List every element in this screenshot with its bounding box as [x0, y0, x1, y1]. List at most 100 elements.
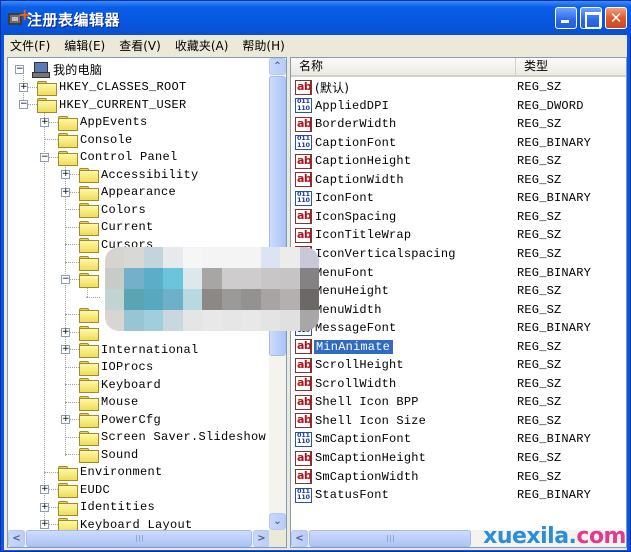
- value-type: REG_SZ: [517, 284, 562, 299]
- registry-value-row[interactable]: Shell Icon Size REG_SZ: [291, 412, 626, 430]
- tree-node-label: Mouse: [101, 395, 139, 409]
- registry-value-row[interactable]: StatusFont REG_BINARY: [291, 486, 626, 504]
- expand-icon[interactable]: +: [61, 187, 70, 197]
- close-button[interactable]: ✕: [605, 7, 627, 29]
- tree-node-obscured[interactable]: [79, 324, 101, 341]
- tree-node-appearance[interactable]: Appearance: [79, 184, 176, 201]
- menu-edit[interactable]: 编辑(E): [64, 37, 105, 54]
- mosaic-cell: [143, 247, 164, 268]
- mosaic-cell: [221, 289, 242, 310]
- menu-view[interactable]: 查看(V): [119, 37, 161, 54]
- string-value-icon: [295, 394, 312, 410]
- title-bar[interactable]: + 注册表编辑器 ✕: [1, 1, 631, 35]
- tree-horizontal-scrollbar[interactable]: < >: [8, 530, 270, 547]
- value-type: REG_BINARY: [517, 432, 592, 447]
- menu-bar: 文件(F) 编辑(E) 查看(V) 收藏夹(A) 帮助(H): [4, 35, 627, 55]
- expand-icon[interactable]: +: [61, 415, 70, 424]
- collapse-icon[interactable]: −: [19, 100, 28, 109]
- expand-icon[interactable]: +: [61, 327, 70, 337]
- value-type: REG_SZ: [517, 172, 562, 187]
- expand-icon[interactable]: +: [40, 117, 49, 127]
- registry-value-row[interactable]: ScrollHeight REG_SZ: [291, 356, 626, 374]
- registry-value-row[interactable]: ScrollWidth REG_SZ: [291, 375, 626, 393]
- menu-file[interactable]: 文件(F): [10, 37, 50, 54]
- tree-node-powercfg[interactable]: PowerCfg: [79, 411, 161, 428]
- folder-icon: [37, 80, 57, 96]
- expand-icon[interactable]: +: [40, 520, 49, 529]
- minimize-button[interactable]: [555, 7, 577, 29]
- collapse-icon[interactable]: −: [15, 65, 24, 74]
- registry-value-row[interactable]: (默认) REG_SZ: [291, 78, 626, 96]
- collapse-icon[interactable]: −: [61, 275, 70, 284]
- tree-node-eudc[interactable]: EUDC: [58, 481, 110, 498]
- tree-node-environment[interactable]: Environment: [58, 464, 163, 481]
- tree-node-ioprocs[interactable]: IOProcs: [79, 359, 154, 376]
- tree-node-obscured[interactable]: [79, 306, 101, 323]
- tree-node-current[interactable]: Current: [79, 219, 154, 236]
- registry-value-row[interactable]: CaptionFont REG_BINARY: [291, 134, 626, 152]
- registry-value-row[interactable]: BorderWidth REG_SZ: [291, 115, 626, 133]
- registry-value-row[interactable]: MessageFont REG_BINARY: [291, 319, 626, 337]
- expand-icon[interactable]: +: [61, 170, 70, 179]
- tree-node-hkey-classes-root[interactable]: HKEY_CLASSES_ROOT: [37, 79, 187, 96]
- scroll-left-button[interactable]: <: [8, 530, 25, 547]
- collapse-icon[interactable]: −: [40, 152, 49, 162]
- scroll-down-button[interactable]: ⌄: [269, 513, 286, 530]
- expand-icon[interactable]: +: [40, 502, 49, 512]
- list-scroll-left-button[interactable]: <: [291, 530, 308, 547]
- value-name: SmCaptionHeight: [315, 451, 427, 465]
- tree-node-identities[interactable]: Identities: [58, 499, 155, 516]
- tree-node-console[interactable]: Console: [58, 131, 133, 148]
- tree-node-international[interactable]: International: [79, 341, 199, 358]
- registry-value-row[interactable]: IconVerticalspacing REG_SZ: [291, 245, 626, 263]
- tree-node-obscured[interactable]: [79, 271, 101, 288]
- tree-node-sound[interactable]: Sound: [79, 446, 139, 463]
- mosaic-cell: [202, 310, 222, 331]
- tree-hscroll-thumb[interactable]: [26, 530, 252, 547]
- tree-node-obscured[interactable]: [79, 254, 101, 271]
- tree-node-keyboard-layout[interactable]: Keyboard Layout: [58, 516, 193, 530]
- tree-node-control-panel[interactable]: Control Panel: [58, 149, 178, 166]
- registry-value-row[interactable]: CaptionHeight REG_SZ: [291, 152, 626, 170]
- tree-node-accessibility[interactable]: Accessibility: [79, 166, 199, 183]
- registry-value-row[interactable]: SmCaptionWidth REG_SZ: [291, 468, 626, 486]
- tree-node-screen-saver-slideshow[interactable]: Screen Saver.Slideshow: [79, 429, 266, 446]
- expand-icon[interactable]: +: [61, 345, 70, 354]
- registry-value-row[interactable]: MenuHeight REG_SZ: [291, 282, 626, 300]
- registry-value-row[interactable]: AppliedDPI REG_DWORD: [291, 97, 626, 115]
- registry-value-row[interactable]: MenuFont REG_BINARY: [291, 264, 626, 282]
- mosaic-cell: [221, 268, 242, 289]
- close-icon: ✕: [609, 9, 623, 27]
- registry-value-row[interactable]: SmCaptionFont REG_BINARY: [291, 430, 626, 448]
- maximize-button[interactable]: [580, 7, 602, 29]
- expand-icon[interactable]: +: [19, 82, 28, 92]
- registry-value-row[interactable]: CaptionWidth REG_SZ: [291, 171, 626, 189]
- tree-node-appevents[interactable]: AppEvents: [58, 114, 148, 131]
- tree-node-colors[interactable]: Colors: [79, 201, 146, 218]
- value-name: IconVerticalspacing: [315, 246, 456, 261]
- tree-node-hkey-current-user[interactable]: HKEY_CURRENT_USER: [37, 96, 187, 113]
- scroll-up-button[interactable]: ⌃: [269, 58, 286, 75]
- tree-node-label: Control Panel: [80, 150, 178, 164]
- registry-value-row[interactable]: Shell Icon BPP REG_SZ: [291, 393, 626, 411]
- list-header: 名称 类型: [291, 58, 626, 77]
- tree-node-mouse[interactable]: Mouse: [79, 394, 139, 411]
- column-header-name[interactable]: 名称: [291, 58, 516, 75]
- registry-value-row[interactable]: MenuWidth REG_SZ: [291, 301, 626, 319]
- menu-favorites[interactable]: 收藏夹(A): [175, 37, 229, 54]
- registry-value-row[interactable]: IconTitleWrap REG_SZ: [291, 226, 626, 244]
- registry-value-row[interactable]: IconFont REG_BINARY: [291, 189, 626, 207]
- mosaic-cell: [241, 310, 261, 331]
- tree-node-keyboard[interactable]: Keyboard: [79, 376, 161, 393]
- column-header-type[interactable]: 类型: [516, 58, 626, 75]
- mosaic-cell: [260, 289, 281, 310]
- list-hscroll-thumb[interactable]: [309, 530, 471, 547]
- registry-value-row[interactable]: SmCaptionHeight REG_SZ: [291, 449, 626, 467]
- registry-value-row[interactable]: IconSpacing REG_SZ: [291, 208, 626, 226]
- expand-icon[interactable]: +: [40, 485, 49, 494]
- registry-value-row[interactable]: MinAnimate REG_SZ: [291, 338, 626, 356]
- menu-help[interactable]: 帮助(H): [242, 37, 284, 54]
- scroll-right-button[interactable]: >: [253, 530, 270, 547]
- string-value-icon: [295, 339, 312, 355]
- mosaic-cell: [260, 310, 281, 331]
